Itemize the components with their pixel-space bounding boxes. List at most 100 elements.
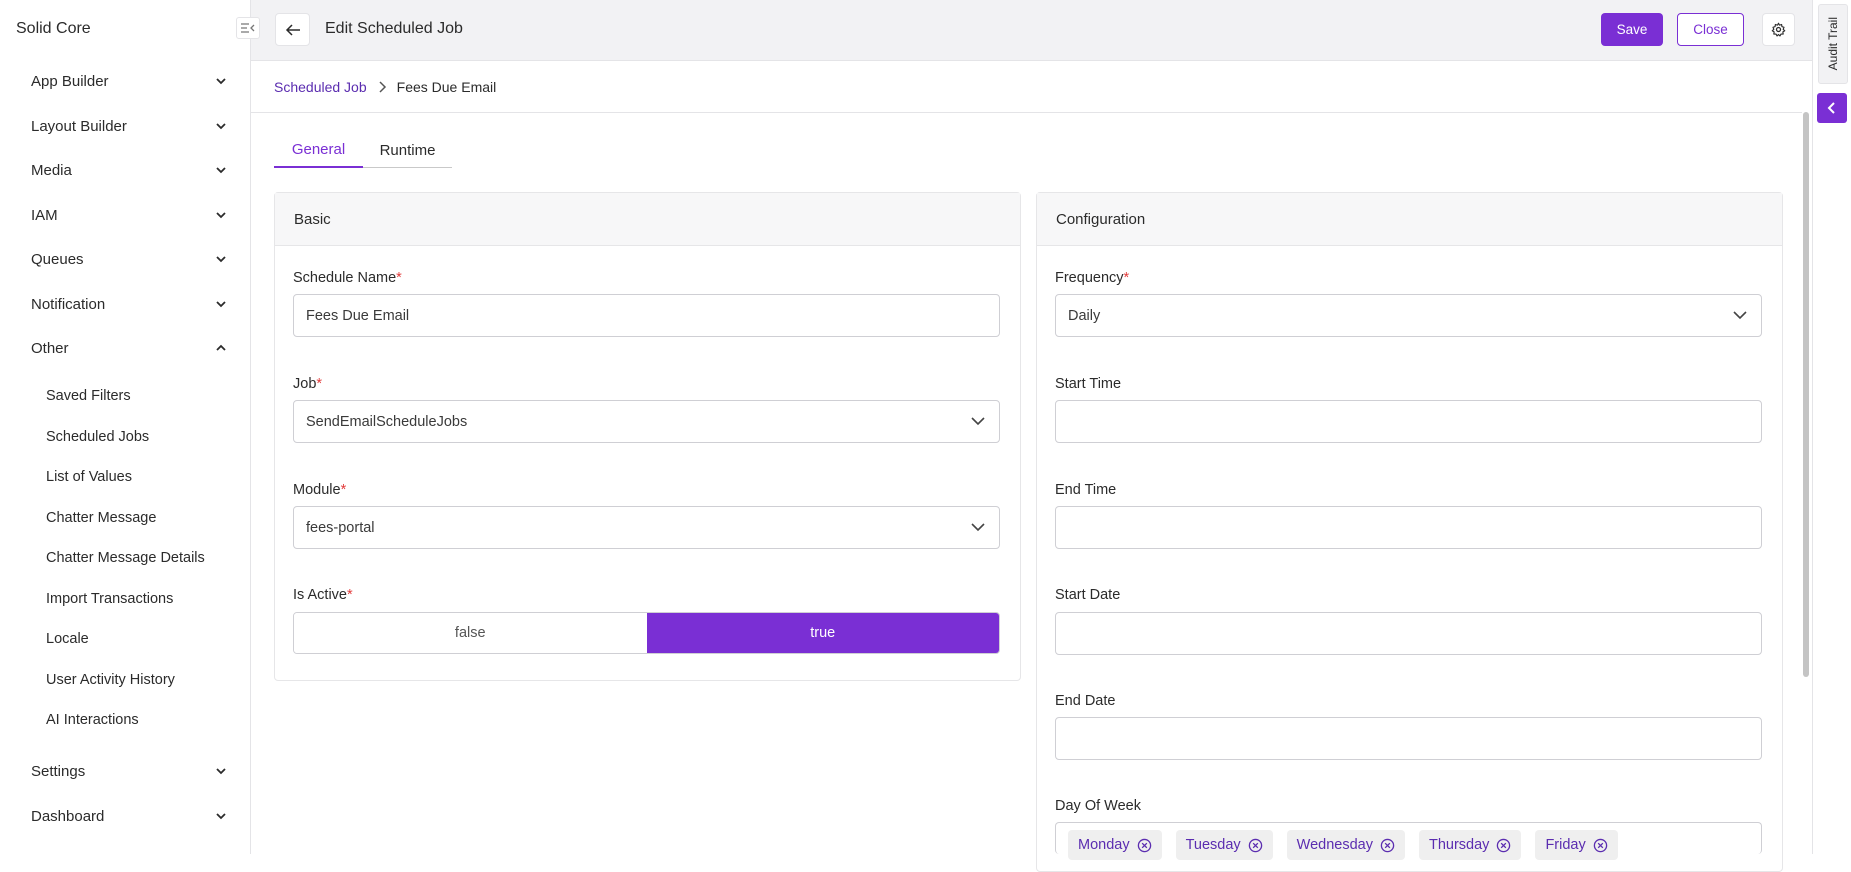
chevron-down-icon — [216, 78, 226, 85]
remove-chip-icon[interactable] — [1380, 838, 1395, 853]
sidebar-group-settings[interactable]: Settings — [31, 758, 227, 784]
chevron-down-icon — [216, 167, 226, 174]
start-date-input[interactable] — [1055, 612, 1762, 655]
chevron-down-icon — [971, 417, 985, 426]
start-time-input[interactable] — [1055, 400, 1762, 443]
page-title: Edit Scheduled Job — [325, 20, 463, 37]
gear-icon — [1771, 22, 1786, 37]
day-chip: Friday — [1535, 830, 1618, 860]
sidebar-item-chatter-message[interactable]: Chatter Message — [46, 507, 156, 529]
remove-chip-icon[interactable] — [1496, 838, 1511, 853]
sidebar-group-other[interactable]: Other — [31, 335, 227, 361]
start-time-label: Start Time — [1055, 376, 1122, 392]
is-active-false-option[interactable]: false — [294, 613, 647, 653]
end-time-input[interactable] — [1055, 506, 1762, 549]
rail-expand-button[interactable] — [1817, 93, 1847, 123]
sidebar-group-iam[interactable]: IAM — [31, 202, 227, 228]
chevron-down-icon — [216, 256, 226, 263]
day-chip: Monday — [1068, 830, 1162, 860]
sidebar-group-label: Other — [31, 339, 69, 357]
breadcrumb-parent-link[interactable]: Scheduled Job — [274, 79, 367, 95]
day-chip-label: Wednesday — [1296, 837, 1373, 853]
tab-bar: General Runtime — [274, 132, 452, 168]
module-select[interactable]: fees-portal — [293, 506, 1000, 549]
sidebar-item-chatter-message-details[interactable]: Chatter Message Details — [46, 547, 205, 569]
sidebar-group-app-builder[interactable]: App Builder — [31, 68, 227, 94]
brand-title: Solid Core — [16, 20, 91, 37]
sidebar-group-queues[interactable]: Queues — [31, 246, 227, 272]
right-rail: Audit Trail — [1812, 0, 1851, 854]
top-bar: Edit Scheduled Job Save Close — [251, 0, 1812, 61]
remove-chip-icon[interactable] — [1248, 838, 1263, 853]
job-label: Job* — [293, 376, 323, 392]
sidebar-item-saved-filters[interactable]: Saved Filters — [46, 385, 131, 407]
sidebar-collapse-button[interactable] — [236, 17, 260, 39]
job-select-value: SendEmailScheduleJobs — [306, 413, 468, 430]
sidebar-group-label: App Builder — [31, 72, 109, 90]
job-select[interactable]: SendEmailScheduleJobs — [293, 400, 1000, 443]
day-of-week-multiselect[interactable]: Monday Tuesday Wednesday Thursday Friday — [1055, 822, 1762, 860]
is-active-label: Is Active* — [293, 587, 353, 603]
sidebar-group-notification[interactable]: Notification — [31, 291, 227, 317]
sidebar-item-scheduled-jobs[interactable]: Scheduled Jobs — [46, 426, 149, 448]
schedule-name-label: Schedule Name* — [293, 270, 402, 286]
chevron-down-icon — [216, 123, 226, 130]
chevron-down-icon — [971, 523, 985, 532]
sidebar: Solid Core App Builder Layout Builder Me… — [0, 0, 251, 854]
sidebar-group-label: IAM — [31, 206, 58, 224]
is-active-toggle-group: false true — [293, 612, 1000, 654]
start-date-label: Start Date — [1055, 587, 1121, 603]
sidebar-group-label: Dashboard — [31, 807, 105, 825]
sidebar-collapse-icon — [241, 23, 255, 33]
breadcrumb: Scheduled Job Fees Due Email — [251, 61, 1802, 113]
arrow-left-icon — [285, 23, 300, 36]
audit-trail-label: Audit Trail — [1826, 17, 1840, 71]
breadcrumb-current: Fees Due Email — [396, 78, 497, 95]
chevron-down-icon — [216, 301, 226, 308]
is-active-true-option[interactable]: true — [646, 613, 999, 653]
configuration-panel-title: Configuration — [1037, 193, 1782, 246]
chevron-right-icon — [377, 80, 387, 94]
day-chip: Thursday — [1418, 830, 1522, 860]
scrollbar-thumb[interactable] — [1803, 112, 1809, 677]
sidebar-item-import-transactions[interactable]: Import Transactions — [46, 588, 173, 610]
day-chip-label: Friday — [1545, 837, 1586, 853]
sidebar-group-label: Queues — [31, 250, 84, 268]
chevron-down-icon — [216, 768, 226, 775]
module-select-value: fees-portal — [306, 519, 375, 536]
save-button[interactable]: Save — [1601, 13, 1663, 46]
module-label: Module* — [293, 482, 347, 498]
sidebar-item-locale[interactable]: Locale — [46, 628, 89, 650]
sidebar-group-media[interactable]: Media — [31, 157, 227, 183]
audit-trail-tab[interactable]: Audit Trail — [1818, 4, 1848, 84]
chevron-left-icon — [1827, 102, 1835, 114]
day-chip: Tuesday — [1175, 830, 1273, 860]
tab-runtime[interactable]: Runtime — [363, 132, 452, 168]
remove-chip-icon[interactable] — [1137, 838, 1152, 853]
tab-general[interactable]: General — [274, 132, 363, 168]
day-chip-label: Thursday — [1428, 837, 1490, 853]
chevron-down-icon — [216, 212, 226, 219]
frequency-label: Frequency* — [1055, 270, 1130, 286]
chevron-down-icon — [1733, 311, 1747, 320]
frequency-select[interactable]: Daily — [1055, 294, 1762, 337]
sidebar-item-ai-interactions[interactable]: AI Interactions — [46, 709, 139, 731]
sidebar-item-list-of-values[interactable]: List of Values — [46, 466, 132, 488]
day-chip-label: Monday — [1078, 837, 1130, 853]
chevron-up-icon — [216, 344, 226, 351]
end-time-label: End Time — [1055, 482, 1117, 498]
day-chip-label: Tuesday — [1185, 837, 1241, 853]
day-of-week-label: Day Of Week — [1055, 798, 1141, 814]
frequency-select-value: Daily — [1068, 307, 1101, 324]
basic-panel-title: Basic — [275, 193, 1020, 246]
settings-button[interactable] — [1762, 13, 1795, 46]
sidebar-group-layout-builder[interactable]: Layout Builder — [31, 113, 227, 139]
sidebar-item-user-activity-history[interactable]: User Activity History — [46, 669, 175, 691]
end-date-input[interactable] — [1055, 717, 1762, 760]
remove-chip-icon[interactable] — [1593, 838, 1608, 853]
end-date-label: End Date — [1055, 693, 1116, 709]
sidebar-group-dashboard[interactable]: Dashboard — [31, 803, 227, 829]
schedule-name-input[interactable]: Fees Due Email — [293, 294, 1000, 337]
back-button[interactable] — [275, 13, 310, 46]
close-button[interactable]: Close — [1677, 13, 1744, 46]
